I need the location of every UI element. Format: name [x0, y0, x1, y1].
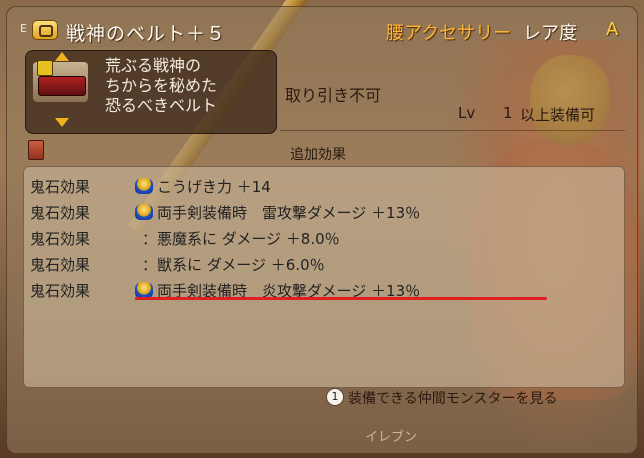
belt-icon	[38, 76, 86, 96]
trade-status: 取り引き不可	[285, 86, 382, 105]
item-category: 腰アクセサリー	[386, 23, 512, 44]
level-label: Lv	[458, 104, 476, 122]
book-icon[interactable]	[28, 140, 44, 160]
highlight-underline	[135, 297, 547, 300]
level-requirement-suffix: 以上装備可	[520, 106, 596, 124]
effects-list	[23, 166, 625, 388]
level-value: 1	[503, 104, 513, 122]
button-1-icon[interactable]: 1	[326, 388, 344, 406]
description-line-1: 荒ぶる戦神の	[105, 56, 202, 75]
effect-label: 鬼石効果	[30, 282, 91, 300]
item-header: E 戦神のベルト＋５ 腰アクセサリー レア度 A	[8, 8, 634, 45]
effect-label: 鬼石効果	[30, 178, 91, 196]
effect-colon: ：	[142, 230, 158, 248]
character-name: イレブン	[365, 430, 418, 445]
item-description: 荒ぶる戦神の ちからを秘めた 恐るべきベルト	[105, 56, 270, 116]
accessory-category-icon	[32, 20, 58, 40]
rarity-value: A	[606, 19, 619, 40]
effect-label: 鬼石効果	[30, 204, 91, 222]
gem-icon	[135, 204, 153, 220]
effect-text: 両手剣装備時 雷攻撃ダメージ ＋13％	[157, 204, 421, 222]
view-ally-monsters-action[interactable]: 装備できる仲間モンスターを見る	[348, 388, 557, 408]
effect-colon: ：	[142, 256, 158, 274]
gem-icon	[135, 178, 153, 194]
effect-label: 鬼石効果	[30, 230, 91, 248]
lock-icon	[37, 60, 53, 76]
arrow-up-icon[interactable]	[55, 52, 69, 61]
effect-label: 鬼石効果	[30, 256, 91, 274]
effect-text: 悪魔系に ダメージ ＋8.0％	[157, 230, 340, 248]
description-line-2: ちからを秘めた	[105, 76, 218, 95]
divider	[280, 130, 625, 131]
key-hint: E	[20, 22, 27, 35]
effect-text: 獣系に ダメージ ＋6.0％	[157, 256, 325, 274]
effect-text: こうげき力 ＋14	[157, 178, 271, 196]
description-line-3: 恐るべきベルト	[105, 96, 218, 115]
rarity-label: レア度	[523, 23, 577, 44]
gem-icon	[135, 282, 153, 298]
arrow-down-icon[interactable]	[55, 118, 69, 127]
item-name: 戦神のベルト＋５	[66, 23, 227, 45]
additional-effects-title: 追加効果	[290, 147, 346, 163]
